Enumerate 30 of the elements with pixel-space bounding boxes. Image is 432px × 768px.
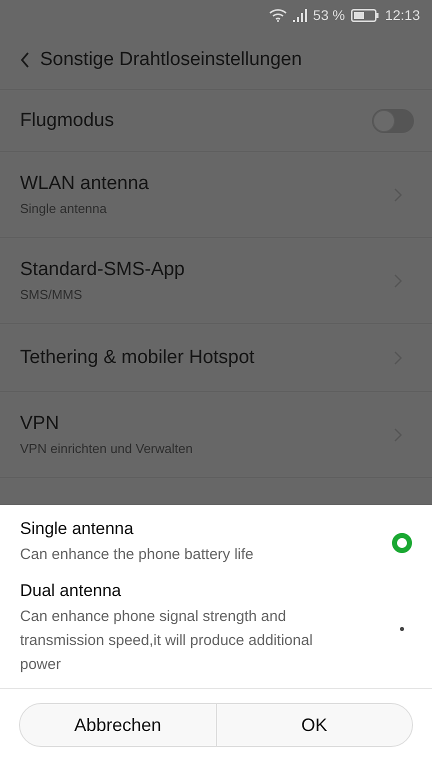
item-title: VPN [20, 413, 60, 435]
option-description: Can enhance the phone battery life [20, 545, 255, 565]
back-icon[interactable] [20, 52, 30, 68]
item-title: Standard-SMS-App [20, 259, 185, 281]
page-title: Sonstige Drahtloseinstellungen [40, 48, 302, 70]
settings-item[interactable]: Standard-SMS-App SMS/MMS [0, 238, 432, 324]
dialog-button[interactable]: OK [216, 704, 412, 746]
battery-percentage: 53 % [313, 7, 345, 23]
option-item[interactable]: Single antenna Can enhance the phone battery life [0, 505, 432, 567]
option-title: Dual antenna [20, 581, 122, 601]
settings-item[interactable]: VPN VPN einrichten und Verwalten [0, 392, 432, 478]
settings-item[interactable]: Flugmodus [0, 90, 432, 152]
settings-item[interactable]: Tethering & mobiler Hotspot [0, 324, 432, 392]
option-item[interactable]: Dual antenna Can enhance phone signal strength and transmission speed,it will produce additional power [0, 567, 432, 677]
item-title: Tethering & mobiler Hotspot [20, 346, 254, 368]
item-subtitle: SMS/MMS [20, 287, 84, 302]
radio-button[interactable] [392, 533, 412, 553]
signal-icon [293, 8, 308, 22]
option-title: Single antenna [20, 519, 134, 539]
dialog-button[interactable]: Abbrechen [20, 704, 216, 746]
item-subtitle: VPN einrichten und Verwalten [20, 441, 193, 456]
item-title: WLAN antenna [20, 173, 149, 195]
item-title: Flugmodus [20, 110, 114, 132]
settings-item[interactable]: WLAN antenna Single antenna [0, 152, 432, 238]
battery-icon [350, 8, 379, 22]
option-description: Can enhance phone signal strength and transmission speed,it will produce additional power [20, 607, 314, 675]
item-subtitle: Single antenna [20, 201, 108, 216]
clock: 12:13 [384, 7, 420, 23]
radio-button[interactable] [400, 627, 404, 631]
wifi-icon [269, 8, 288, 22]
